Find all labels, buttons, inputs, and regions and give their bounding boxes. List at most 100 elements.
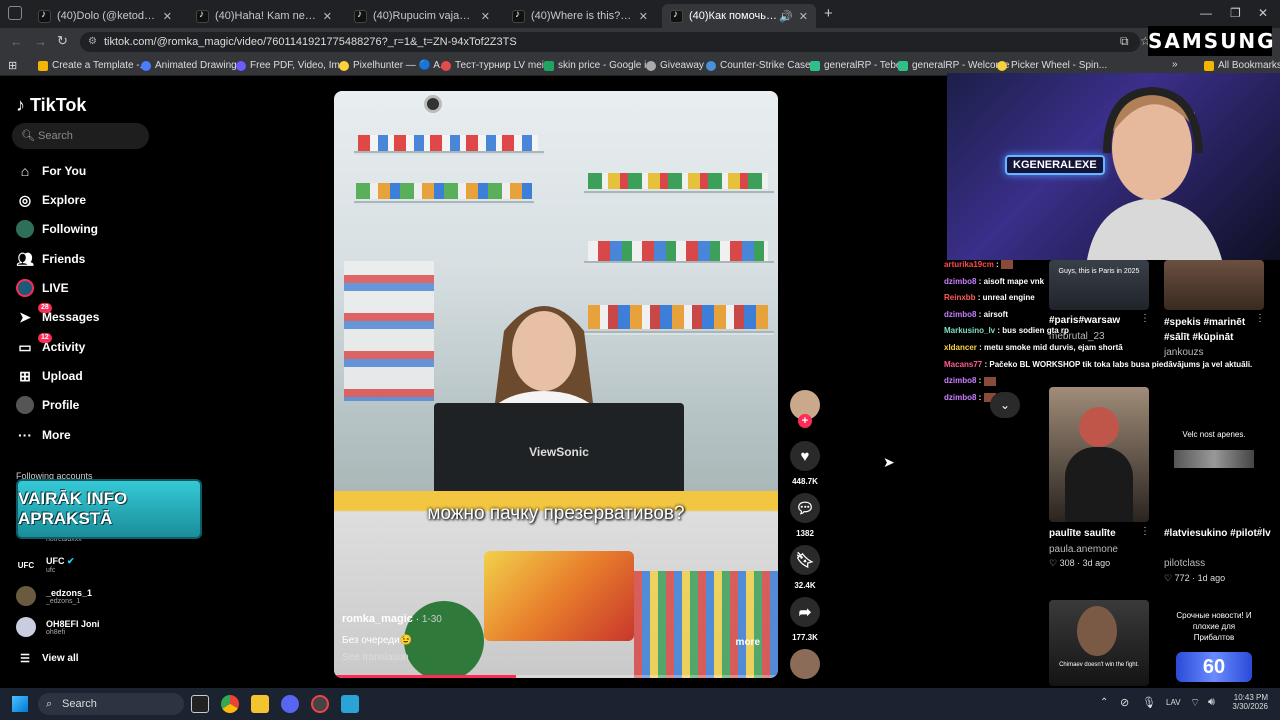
feed-thumbnail[interactable]: Guys, this is Paris in 2025 <box>1049 260 1149 310</box>
nav-messages[interactable]: ➤ 28 Messages <box>16 303 99 327</box>
more-link[interactable]: more <box>736 637 760 648</box>
feed-caption[interactable]: #paris#warsaw <box>1049 315 1120 326</box>
bookmark[interactable]: Тест-турнир LV mei... <box>441 60 552 71</box>
nav-activity[interactable]: ▭ 12 Activity <box>16 333 85 357</box>
follow-plus-icon[interactable]: + <box>798 414 812 428</box>
see-translation-link[interactable]: See translation <box>342 652 772 663</box>
close-window-icon[interactable]: ✕ <box>1258 6 1268 20</box>
video-progress-bar[interactable] <box>334 675 778 678</box>
more-options-icon[interactable]: ⋮ <box>1140 526 1150 537</box>
nav-upload[interactable]: ⊞ Upload <box>16 366 83 386</box>
minimize-icon[interactable]: — <box>1200 6 1212 20</box>
nav-profile[interactable]: Profile <box>16 395 79 415</box>
more-options-icon[interactable]: ⋮ <box>1255 526 1265 537</box>
more-bookmarks-icon[interactable]: » <box>1172 59 1178 70</box>
cast-icon[interactable]: ⧉ <box>1120 34 1129 49</box>
tray-chevron-icon[interactable]: ⌃ <box>1100 697 1108 708</box>
microphone-icon[interactable]: 🎙︎ <box>1142 696 1156 709</box>
view-all-link[interactable]: ☰ View all <box>16 648 78 668</box>
bookmark[interactable]: Giveaway <box>646 60 704 71</box>
taskbar-search[interactable]: ⌕ Search <box>38 693 184 715</box>
tiktok-logo[interactable]: ♪ TikTok <box>16 95 86 116</box>
music-disc-icon <box>790 649 820 679</box>
app-icon[interactable] <box>341 695 359 713</box>
feed-thumbnail[interactable]: Chimaev doesn't win the fight. <box>1049 600 1149 686</box>
nav-for-you[interactable]: ⌂ For You <box>16 161 86 181</box>
product-boxes <box>588 241 768 261</box>
file-explorer-icon[interactable] <box>251 695 269 713</box>
maximize-icon[interactable]: ❐ <box>1230 6 1241 20</box>
new-tab-icon[interactable]: + <box>824 5 833 22</box>
chrome-icon[interactable] <box>221 695 239 713</box>
feed-username[interactable]: paula.anemone <box>1049 544 1118 555</box>
reload-icon[interactable]: ↻ <box>57 33 68 49</box>
feed-thumbnail[interactable]: Velc nost apenes. <box>1164 420 1264 480</box>
save-button[interactable]: 🔖︎ 32.4K <box>789 545 821 590</box>
feed-thumbnail[interactable] <box>1164 260 1264 310</box>
feed-thumbnail[interactable]: Срочные новости! И плохие для Прибалтов … <box>1164 606 1264 686</box>
video-player[interactable]: ViewSonic можно пачку презервативов? rom… <box>334 91 778 678</box>
like-button[interactable]: ♥ 448.7K <box>789 441 821 486</box>
search-icon: 🔍︎ <box>21 130 35 142</box>
following-account[interactable]: _edzons_1 _edzons_1 <box>16 586 92 606</box>
feed-username[interactable]: jankouzs <box>1164 347 1203 358</box>
all-bookmarks[interactable]: All Bookmarks <box>1204 60 1280 71</box>
nav-following[interactable]: Following <box>16 219 98 239</box>
following-account[interactable]: OH8EFI Joni oh8efi <box>16 617 100 637</box>
browser-tab[interactable]: (40)Rupucim vajadzētu apmekl✕ <box>346 4 498 28</box>
feed-caption[interactable]: paulīte saulīte <box>1049 528 1116 539</box>
bookmark[interactable]: Free PDF, Video, Im... <box>236 60 348 71</box>
forward-icon[interactable]: → <box>34 34 47 49</box>
bookmark[interactable]: Pixelhunter — 🔵 A... <box>339 60 448 71</box>
task-view-icon[interactable] <box>191 695 209 713</box>
comment-button[interactable]: 💬︎ 1382 <box>789 493 821 538</box>
back-icon[interactable]: ← <box>10 34 23 49</box>
share-button[interactable]: ➦ 177.3K <box>789 597 821 642</box>
bookmark[interactable]: Create a Template -... <box>38 60 148 71</box>
music-disc-button[interactable] <box>789 649 821 679</box>
network-icon[interactable]: ⊘ <box>1120 696 1129 709</box>
language-indicator[interactable]: LAV <box>1166 698 1181 707</box>
more-options-icon[interactable]: ⋮ <box>1140 313 1150 324</box>
bookmark[interactable]: Counter-Strike Case... <box>706 60 819 71</box>
bookmark[interactable]: skin price - Google i... <box>544 60 655 71</box>
feed-username[interactable]: pilotclass <box>1164 558 1205 569</box>
following-account[interactable]: UFC UFC ✔ ufc <box>16 555 75 575</box>
feed-thumbnail[interactable] <box>1049 387 1149 522</box>
apps-grid-icon[interactable]: ⊞ <box>8 59 17 72</box>
clock[interactable]: 10:43 PM 3/30/2026 <box>1228 693 1268 711</box>
bookmark[interactable]: generalRP - Tebex <box>810 60 906 71</box>
browser-tab-active[interactable]: (40)Как помочь девушке 6🔊✕ <box>662 4 816 28</box>
more-options-icon[interactable]: ⋮ <box>1255 313 1265 324</box>
wifi-icon[interactable]: ⌔ <box>1190 696 1200 710</box>
close-tab-icon[interactable]: ✕ <box>799 10 808 23</box>
bookmark-favicon-icon <box>646 60 656 71</box>
nav-more[interactable]: ··· More <box>16 425 71 445</box>
bookmark[interactable]: Picker Wheel - Spin... <box>997 60 1107 71</box>
close-tab-icon[interactable]: ✕ <box>639 10 648 23</box>
browser-tab[interactable]: (40)Haha! Kam negadās, ne? #p✕ <box>188 4 340 28</box>
nav-friends[interactable]: 👥︎ Friends <box>16 249 85 269</box>
close-tab-icon[interactable]: ✕ <box>481 10 490 23</box>
browser-tab[interactable]: (40)Dolo (@ketodiettips7)'s vide✕ <box>30 4 180 28</box>
discord-icon[interactable] <box>281 695 299 713</box>
bookmark[interactable]: generalRP - Welcome <box>898 60 1009 71</box>
nav-live[interactable]: LIVE <box>16 278 69 298</box>
product-boxes <box>356 183 532 199</box>
browser-tab[interactable]: (40)Where is this? #dimawallha✕ <box>504 4 656 28</box>
search-input[interactable]: 🔍︎ Search <box>12 123 149 149</box>
windows-start-icon[interactable] <box>12 696 28 712</box>
bookmark[interactable]: Animated Drawings <box>141 60 242 71</box>
nav-explore[interactable]: ◎ Explore <box>16 190 86 210</box>
video-username[interactable]: romka_magic <box>342 613 413 625</box>
close-tab-icon[interactable]: ✕ <box>323 10 332 23</box>
site-info-icon[interactable]: ⚙ <box>88 32 97 52</box>
close-tab-icon[interactable]: ✕ <box>163 10 172 23</box>
obs-icon[interactable] <box>311 695 329 713</box>
address-bar[interactable]: ⚙ tiktok.com/@romka_magic/video/76011419… <box>80 32 1140 52</box>
volume-icon[interactable]: 🔊︎ <box>1208 696 1215 709</box>
feed-caption[interactable]: #spekis #marinēt #sālīt #kūpināt <box>1164 315 1256 345</box>
scroll-down-chevron-icon[interactable]: ⌄ <box>990 392 1020 418</box>
creator-avatar[interactable]: + <box>789 390 821 428</box>
tab-search-icon[interactable] <box>8 6 22 20</box>
